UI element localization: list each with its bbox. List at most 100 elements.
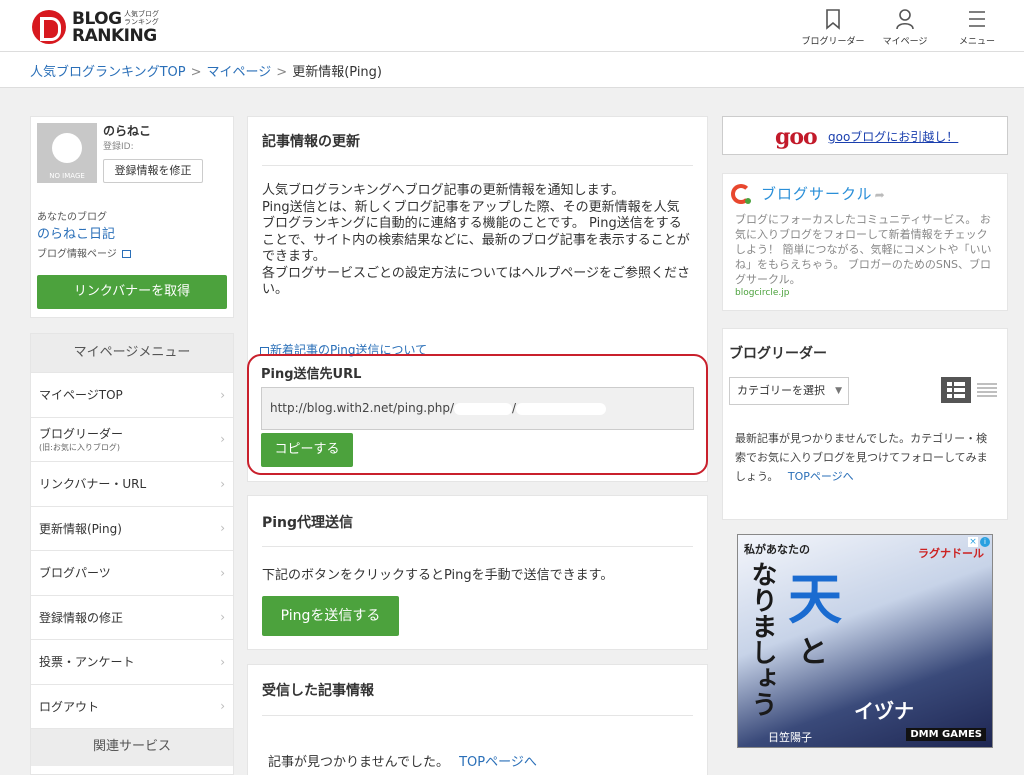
- description-paragraph: 各ブログサービスごとの設定方法についてはヘルプページをご参照ください。: [262, 265, 690, 298]
- update-description: 人気ブログランキングへブログ記事の更新情報を通知します。 Ping送信とは、新し…: [262, 183, 692, 299]
- menu-item-label: ログアウト: [39, 699, 100, 714]
- breadcrumb-separator: >: [190, 65, 202, 80]
- menu-item-label: 更新情報(Ping): [39, 521, 122, 536]
- site-header: BLOG 人気ブログランキング RANKING ブログリーダー マイページ メニ…: [0, 0, 1024, 52]
- ad-info-icon[interactable]: i: [980, 537, 990, 547]
- blog-circle-logo-icon: [731, 184, 751, 204]
- divider: [262, 546, 693, 547]
- nav-blog-reader[interactable]: ブログリーダー: [798, 8, 868, 47]
- empty-text: 記事が見つかりませんでした。: [268, 755, 449, 770]
- blog-circle-url: blogcircle.jp: [735, 288, 790, 298]
- hamburger-icon: [966, 8, 988, 30]
- nav-blog-reader-label: ブログリーダー: [801, 37, 865, 47]
- menu-item-sublabel: (旧:お気に入りブログ): [39, 443, 120, 453]
- description-paragraph: Ping送信とは、新しくブログ記事をアップした際、その更新情報を人気ブログランキ…: [262, 199, 690, 265]
- blog-circle-title: ブログサークル ➦: [761, 183, 886, 204]
- chevron-right-icon: ›: [220, 699, 225, 714]
- user-name: のらねこ: [103, 124, 152, 138]
- ad-to-character: と: [798, 635, 828, 670]
- advertisement-banner[interactable]: 私があなたの なりましょう 天 と ラグナドール イヅナ 日笠陽子 DMM GA…: [737, 534, 993, 748]
- ad-voice-actor: 日笠陽子: [768, 731, 812, 744]
- breadcrumb-current: 更新情報(Ping): [292, 65, 382, 80]
- menu-item-label: リンクバナー・URL: [39, 477, 147, 492]
- category-select[interactable]: カテゴリーを選択 ▼: [729, 377, 849, 405]
- menu-item-label: マイページTOP: [39, 388, 123, 403]
- ad-close-icon[interactable]: ×: [968, 537, 978, 547]
- description-paragraph: 人気ブログランキングへブログ記事の更新情報を通知します。: [262, 183, 625, 198]
- blog-reader-widget: ブログリーダー カテゴリーを選択 ▼ 最新記事が見つかりませんでした。カテゴリー…: [722, 328, 1008, 520]
- blog-circle-title-text: ブログサークル: [761, 185, 873, 203]
- chevron-down-icon: ▼: [835, 386, 842, 396]
- edit-registration-button[interactable]: 登録情報を修正: [103, 159, 203, 183]
- external-window-icon: [122, 250, 131, 258]
- ad-big-character: 天: [788, 567, 842, 631]
- blog-info-label: ブログ情報ページ: [37, 249, 117, 260]
- proxy-description: 下記のボタンをクリックするとPingを手動で送信できます。: [262, 568, 614, 583]
- top-page-link[interactable]: TOPページへ: [459, 755, 537, 770]
- menu-item-label: ブログパーツ: [39, 566, 111, 581]
- received-articles-card: 受信した記事情報 記事が見つかりませんでした。 TOPページへ: [247, 664, 708, 775]
- divider: [262, 715, 693, 716]
- menu-item-mypage-top[interactable]: マイページTOP ›: [31, 372, 233, 417]
- logo-subtext: 人気ブログランキング: [124, 10, 159, 26]
- nav-mypage-label: マイページ: [882, 37, 928, 47]
- related-services-heading: 関連サービス: [31, 728, 233, 766]
- menu-item-link-banner[interactable]: リンクバナー・URL ›: [31, 461, 233, 506]
- ping-proxy-card: Ping代理送信 下記のボタンをクリックするとPingを手動で送信できます。 P…: [247, 495, 708, 650]
- reader-empty-text: 最新記事が見つかりませんでした。カテゴリー・検索でお気に入りブログを見つけてフォ…: [735, 432, 988, 483]
- grid-view-icon[interactable]: [941, 377, 971, 403]
- nav-mypage[interactable]: マイページ: [870, 8, 940, 47]
- chevron-right-icon: ›: [220, 521, 225, 536]
- send-ping-button[interactable]: Pingを送信する: [262, 596, 399, 636]
- menu-item-edit-registration[interactable]: 登録情報の修正 ›: [31, 594, 233, 640]
- ad-game-brand: ラグナドール: [918, 547, 984, 560]
- menu-item-label: 登録情報の修正: [39, 610, 124, 625]
- ad-vertical-text: なりましょう: [747, 561, 777, 717]
- card-title: Ping代理送信: [262, 515, 354, 531]
- logo-text-ranking: RANKING: [72, 26, 157, 46]
- mypage-menu-heading: マイページメニュー: [31, 334, 233, 372]
- reader-top-link[interactable]: TOPページへ: [788, 470, 854, 483]
- received-empty-message: 記事が見つかりませんでした。 TOPページへ: [268, 751, 537, 770]
- chevron-right-icon: ›: [220, 654, 225, 669]
- category-select-value: カテゴリーを選択: [737, 384, 825, 397]
- chevron-right-icon: ›: [220, 610, 225, 625]
- breadcrumb-mypage-link[interactable]: マイページ: [207, 65, 272, 80]
- blog-reader-title: ブログリーダー: [729, 346, 827, 362]
- goo-banner[interactable]: goo gooブログにお引越し！: [722, 116, 1008, 155]
- blog-circle-banner[interactable]: ブログサークル ➦ ブログにフォーカスしたコミュニティサービス。 お気に入りブログ…: [722, 173, 1008, 311]
- menu-item-blog-parts[interactable]: ブログパーツ ›: [31, 550, 233, 595]
- user-icon: [894, 8, 916, 30]
- menu-item-label: ブログリーダー: [39, 427, 124, 442]
- breadcrumb-top-link[interactable]: 人気ブログランキングTOP: [30, 65, 186, 80]
- user-id-label: 登録ID:: [103, 142, 134, 152]
- menu-item-label: 投票・アンケート: [39, 655, 135, 670]
- get-link-banner-button[interactable]: リンクバナーを取得: [37, 275, 227, 309]
- menu-item-blog-reader[interactable]: ブログリーダー (旧:お気に入りブログ) ›: [31, 416, 233, 462]
- breadcrumb: 人気ブログランキングTOP > マイページ > 更新情報(Ping): [0, 52, 1024, 88]
- blog-info-link[interactable]: ブログ情報ページ: [37, 245, 131, 260]
- your-blog-label: あなたのブログ: [37, 212, 107, 223]
- share-arrow-icon: ➦: [874, 188, 886, 202]
- divider: [262, 165, 693, 166]
- avatar: NO IMAGE: [37, 123, 97, 183]
- blog-circle-description: ブログにフォーカスしたコミュニティサービス。 お気に入りブログをフォローして新着…: [735, 213, 992, 286]
- bookmark-icon: [822, 8, 844, 30]
- highlight-annotation: [247, 354, 708, 475]
- menu-item-ping[interactable]: 更新情報(Ping) ›: [31, 505, 233, 551]
- chevron-right-icon: ›: [220, 387, 225, 402]
- blog-name-link[interactable]: のらねこ日記: [37, 223, 115, 242]
- menu-item-vote-survey[interactable]: 投票・アンケート ›: [31, 639, 233, 684]
- blog-ranking-logo[interactable]: BLOG 人気ブログランキング RANKING: [32, 7, 162, 46]
- menu-item-logout[interactable]: ログアウト ›: [31, 683, 233, 729]
- card-title: 記事情報の更新: [262, 134, 360, 150]
- goo-logo: goo: [775, 124, 818, 150]
- goo-move-link[interactable]: gooブログにお引越し！: [828, 128, 958, 145]
- list-view-icon[interactable]: [975, 377, 999, 403]
- nav-menu[interactable]: メニュー: [942, 8, 1012, 47]
- card-title: 受信した記事情報: [262, 683, 374, 699]
- ad-publisher-logo: DMM GAMES: [906, 728, 986, 741]
- chevron-right-icon: ›: [220, 476, 225, 491]
- avatar-noimage-label: NO IMAGE: [49, 172, 85, 180]
- breadcrumb-separator: >: [276, 65, 288, 80]
